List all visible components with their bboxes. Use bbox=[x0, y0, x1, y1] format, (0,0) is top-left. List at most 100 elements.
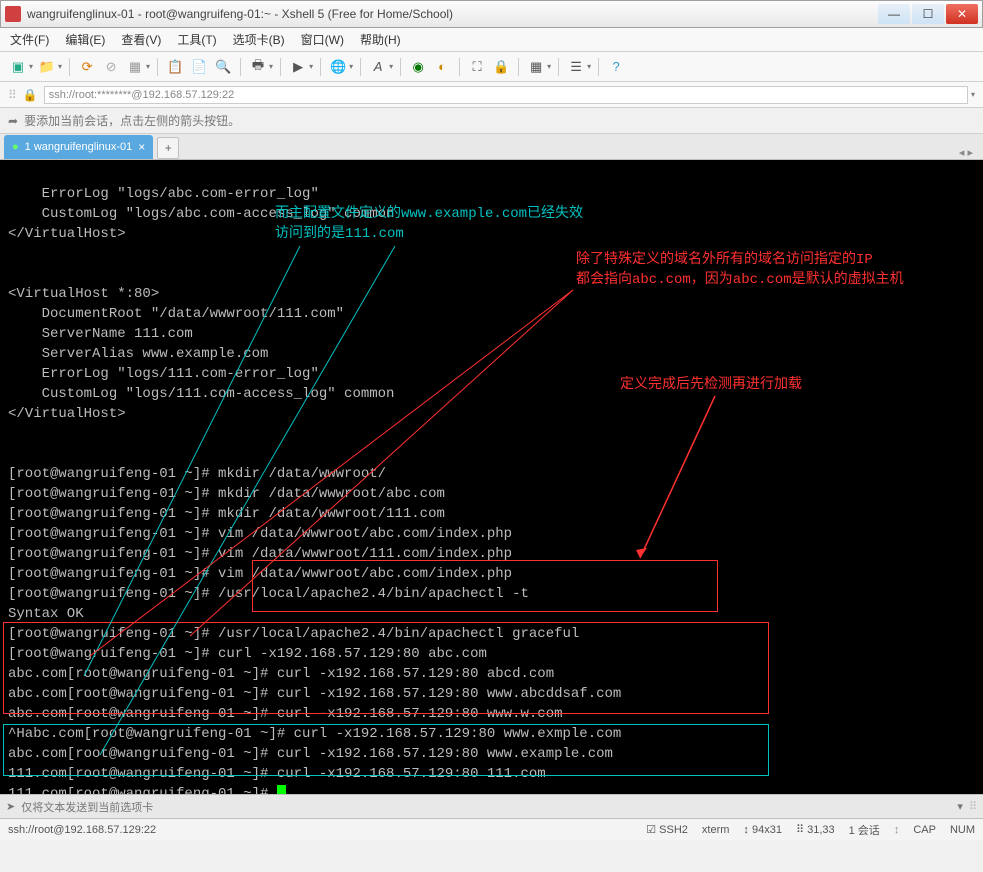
dropdown-icon[interactable]: ▾ bbox=[58, 62, 62, 71]
dropdown-icon[interactable]: ▾ bbox=[309, 62, 313, 71]
terminal-line: </VirtualHost> bbox=[8, 224, 975, 244]
address-input[interactable] bbox=[44, 86, 968, 104]
status-sessions: 1 会话 bbox=[849, 822, 880, 838]
highlight-box-apachectl bbox=[252, 560, 718, 612]
menu-tools[interactable]: 工具(T) bbox=[177, 31, 216, 48]
separator bbox=[69, 58, 70, 76]
separator bbox=[518, 58, 519, 76]
new-tab-button[interactable]: + bbox=[157, 137, 179, 159]
terminal[interactable]: ErrorLog "logs/abc.com-error_log" Custom… bbox=[0, 160, 983, 794]
menu-file[interactable]: 文件(F) bbox=[10, 31, 49, 48]
status-size: ↕ 94x31 bbox=[743, 824, 782, 836]
separator bbox=[558, 58, 559, 76]
status-updown-icon: ↕ bbox=[894, 824, 900, 836]
send-dropdown-icon[interactable]: ▾ bbox=[957, 800, 963, 813]
globe-icon[interactable]: 🌐 bbox=[328, 57, 348, 77]
paste-icon[interactable]: 📄 bbox=[189, 57, 209, 77]
send-icon[interactable]: ➤ bbox=[6, 800, 15, 813]
menu-window[interactable]: 窗口(W) bbox=[301, 31, 344, 48]
minimize-button[interactable]: — bbox=[878, 4, 910, 24]
add-session-icon[interactable]: ➦ bbox=[8, 114, 18, 128]
app-icon bbox=[5, 6, 21, 22]
menu-help[interactable]: 帮助(H) bbox=[360, 31, 401, 48]
dropdown-icon[interactable]: ▾ bbox=[389, 62, 393, 71]
status-num: NUM bbox=[950, 824, 975, 836]
window-titlebar: wangruifenglinux-01 - root@wangruifeng-0… bbox=[0, 0, 983, 28]
terminal-line: ServerAlias www.example.com bbox=[8, 344, 975, 364]
separator bbox=[360, 58, 361, 76]
maximize-button[interactable]: ☐ bbox=[912, 4, 944, 24]
status-pos: ⠿ 31,33 bbox=[796, 823, 835, 836]
address-grip-icon: ⠿ bbox=[8, 88, 17, 102]
separator bbox=[400, 58, 401, 76]
dropdown-icon[interactable]: ▾ bbox=[349, 62, 353, 71]
close-button[interactable]: ✕ bbox=[946, 4, 978, 24]
new-session-icon[interactable]: ▣ bbox=[8, 57, 28, 77]
tab-bar: ● 1 wangruifenglinux-01 × + ◂ ▸ bbox=[0, 134, 983, 160]
send-grip-icon: ⠿ bbox=[969, 800, 977, 813]
terminal-line: [root@wangruifeng-01 ~]# mkdir /data/www… bbox=[8, 464, 975, 484]
terminal-line: ServerName 111.com bbox=[8, 324, 975, 344]
lock-icon[interactable]: 🔒 bbox=[491, 57, 511, 77]
hint-bar: ➦ 要添加当前会话，点击左侧的箭头按钮。 bbox=[0, 108, 983, 134]
copy-icon[interactable]: 📋 bbox=[165, 57, 185, 77]
open-folder-icon[interactable]: 📁 bbox=[37, 57, 57, 77]
fullscreen-icon[interactable]: ⛶ bbox=[467, 57, 487, 77]
terminal-line: ErrorLog "logs/111.com-error_log" bbox=[8, 364, 975, 384]
script-icon[interactable]: ▶ bbox=[288, 57, 308, 77]
dropdown-icon[interactable]: ▾ bbox=[587, 62, 591, 71]
reconnect-icon[interactable]: ⟳ bbox=[77, 57, 97, 77]
terminal-line: 111.com[root@wangruifeng-01 ~]# bbox=[8, 784, 975, 794]
send-text: 仅将文本发送到当前选项卡 bbox=[21, 799, 951, 815]
menubar: 文件(F) 编辑(E) 查看(V) 工具(T) 选项卡(B) 窗口(W) 帮助(… bbox=[0, 28, 983, 52]
dropdown-icon[interactable]: ▾ bbox=[269, 62, 273, 71]
dropdown-icon[interactable]: ▾ bbox=[146, 62, 150, 71]
help-icon[interactable]: ? bbox=[606, 57, 626, 77]
session-tab[interactable]: ● 1 wangruifenglinux-01 × bbox=[4, 135, 153, 159]
separator bbox=[240, 58, 241, 76]
tab-nav[interactable]: ◂ ▸ bbox=[959, 146, 979, 159]
separator bbox=[320, 58, 321, 76]
window-title: wangruifenglinux-01 - root@wangruifeng-0… bbox=[27, 7, 876, 21]
terminal-line bbox=[8, 444, 975, 464]
status-term: xterm bbox=[702, 824, 730, 836]
address-dropdown-icon[interactable]: ▾ bbox=[971, 90, 975, 99]
menu-view[interactable]: 查看(V) bbox=[121, 31, 161, 48]
list-icon[interactable]: ☰ bbox=[566, 57, 586, 77]
cursor bbox=[277, 785, 286, 794]
font-icon[interactable]: A bbox=[368, 57, 388, 77]
find-icon[interactable]: 🔍 bbox=[213, 57, 233, 77]
lock-icon: 🔒 bbox=[23, 88, 38, 102]
terminal-line: DocumentRoot "/data/wwwroot/111.com" bbox=[8, 304, 975, 324]
annotation-2-line1: 除了特殊定义的域名外所有的域名访问指定的IP bbox=[576, 250, 873, 270]
send-bar: ➤ 仅将文本发送到当前选项卡 ▾ ⠿ bbox=[0, 794, 983, 818]
tab-close-icon[interactable]: × bbox=[138, 140, 145, 154]
highlight-icon[interactable]: ◐ bbox=[432, 57, 452, 77]
print-icon[interactable]: 🖶 bbox=[248, 57, 268, 77]
annotation-1-line2: 访问到的是111.com bbox=[275, 224, 404, 244]
annotation-2-line2: 都会指向abc.com，因为abc.com是默认的虚拟主机 bbox=[576, 270, 904, 290]
layout-icon[interactable]: ▦ bbox=[526, 57, 546, 77]
terminal-line bbox=[8, 424, 975, 444]
annotation-3: 定义完成后先检测再进行加载 bbox=[620, 375, 802, 395]
dropdown-icon[interactable]: ▾ bbox=[29, 62, 33, 71]
highlight-box-curl-abc bbox=[3, 622, 769, 714]
separator bbox=[459, 58, 460, 76]
terminal-line: CustomLog "logs/111.com-access_log" comm… bbox=[8, 384, 975, 404]
menu-edit[interactable]: 编辑(E) bbox=[65, 31, 105, 48]
terminal-line: [root@wangruifeng-01 ~]# vim /data/wwwro… bbox=[8, 524, 975, 544]
menu-tabs[interactable]: 选项卡(B) bbox=[233, 31, 285, 48]
status-cap: CAP bbox=[913, 824, 936, 836]
hint-text: 要添加当前会话，点击左侧的箭头按钮。 bbox=[24, 112, 240, 129]
terminal-line: </VirtualHost> bbox=[8, 404, 975, 424]
terminal-line: [root@wangruifeng-01 ~]# mkdir /data/www… bbox=[8, 504, 975, 524]
dropdown-icon[interactable]: ▾ bbox=[547, 62, 551, 71]
disconnect-icon[interactable]: ⊘ bbox=[101, 57, 121, 77]
address-bar: ⠿ 🔒 ▾ bbox=[0, 82, 983, 108]
properties-icon[interactable]: ▦ bbox=[125, 57, 145, 77]
color-icon[interactable]: ◉ bbox=[408, 57, 428, 77]
separator bbox=[280, 58, 281, 76]
window-controls: — ☐ ✕ bbox=[876, 4, 978, 24]
tab-label: 1 wangruifenglinux-01 bbox=[25, 141, 133, 153]
toolbar: ▣▾ 📁▾ ⟳ ⊘ ▦▾ 📋 📄 🔍 🖶▾ ▶▾ 🌐▾ A▾ ◉ ◐ ⛶ 🔒 ▦… bbox=[0, 52, 983, 82]
